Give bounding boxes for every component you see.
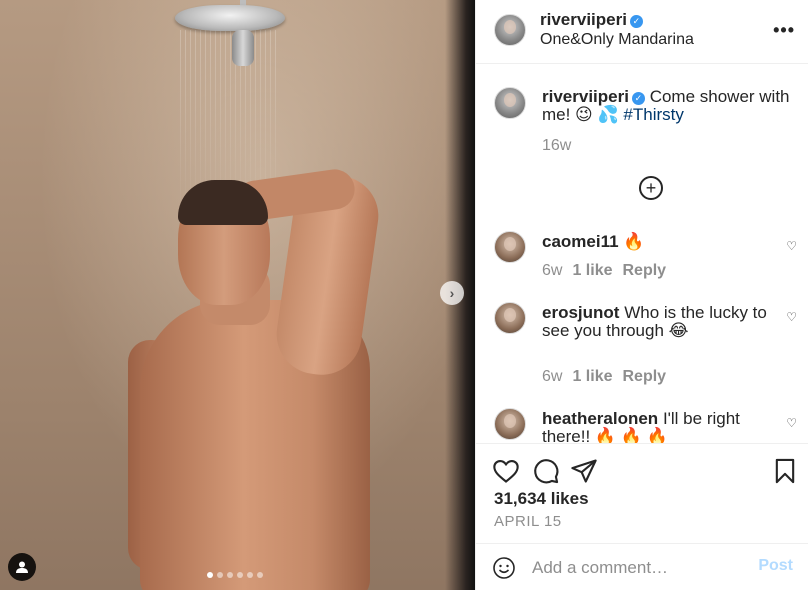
comment-likes[interactable]: 1 like [572, 262, 612, 279]
carousel-dot [247, 572, 253, 578]
likes-count[interactable]: 31,634 likes [494, 489, 589, 509]
carousel-dot [237, 572, 243, 578]
comments-list[interactable]: riverviiperi ✓ Come shower with me! 😉 💦 #… [476, 65, 808, 443]
post-header: riverviiperi ✓ One&Only Mandarina ••• [476, 0, 808, 64]
comment-meta: 6w 1 like Reply [542, 262, 666, 280]
comment-text: erosjunot Who is the lucky to see you th… [542, 304, 782, 340]
reply-button[interactable]: Reply [622, 262, 666, 279]
caption-avatar[interactable] [494, 87, 526, 119]
author-username[interactable]: riverviiperi ✓ [540, 10, 643, 30]
load-more-comments-button[interactable]: + [639, 176, 663, 200]
carousel-dot [217, 572, 223, 578]
add-comment-bar: Post [476, 543, 808, 590]
emoji-icon[interactable] [492, 556, 516, 580]
chevron-right-icon: › [449, 285, 455, 301]
avatar[interactable] [494, 231, 526, 263]
verified-icon: ✓ [631, 92, 645, 105]
heart-icon[interactable] [492, 457, 520, 485]
avatar[interactable] [494, 408, 526, 440]
comment-likes[interactable]: 1 like [572, 368, 612, 385]
more-options-icon[interactable]: ••• [773, 20, 795, 41]
like-comment-heart-icon[interactable]: ♡ [786, 416, 797, 430]
comment-username[interactable]: caomei11 [542, 232, 619, 251]
caption-username[interactable]: riverviiperi [542, 87, 629, 106]
caption-timestamp[interactable]: 16w [542, 137, 571, 155]
comment-time[interactable]: 6w [542, 262, 562, 279]
reply-button[interactable]: Reply [622, 368, 666, 385]
carousel-indicator [207, 572, 263, 578]
location-link[interactable]: One&Only Mandarina [540, 31, 694, 49]
bookmark-icon[interactable] [771, 457, 799, 485]
carousel-dot [207, 572, 213, 578]
caption-hashtag[interactable]: #Thirsty [623, 105, 683, 124]
comment-username[interactable]: erosjunot [542, 303, 619, 322]
comment-time[interactable]: 6w [542, 368, 562, 385]
comment-text: caomei11 🔥 [542, 233, 782, 251]
user-tag-icon [16, 561, 28, 573]
comment-input[interactable] [532, 556, 732, 580]
shower-head [175, 5, 285, 31]
tagged-users-button[interactable] [8, 553, 36, 581]
author-username-text[interactable]: riverviiperi [540, 10, 627, 29]
plus-circle-icon: + [645, 178, 657, 198]
share-icon[interactable] [570, 457, 598, 485]
like-comment-heart-icon[interactable]: ♡ [786, 239, 797, 253]
comment-meta: 6w 1 like Reply [542, 368, 666, 386]
post-sidebar: riverviiperi ✓ One&Only Mandarina ••• riv… [475, 0, 808, 590]
avatar[interactable] [494, 302, 526, 334]
avatar[interactable] [494, 14, 526, 46]
comment-username[interactable]: heatheralonen [542, 409, 658, 428]
like-comment-heart-icon[interactable]: ♡ [786, 310, 797, 324]
post-caption: riverviiperi ✓ Come shower with me! 😉 💦 #… [542, 88, 797, 124]
carousel-dot [257, 572, 263, 578]
comment-text: heatheralonen I'll be right there!! 🔥 🔥 … [542, 409, 782, 444]
comment-icon[interactable] [532, 457, 560, 485]
post-date[interactable]: APRIL 15 [494, 513, 562, 530]
comment-body: 🔥 [623, 232, 645, 251]
post-actions: 31,634 likes APRIL 15 [476, 443, 808, 543]
shower-arm [232, 30, 254, 66]
carousel-dot [227, 572, 233, 578]
next-photo-button[interactable]: › [440, 281, 464, 305]
post-comment-button[interactable]: Post [758, 557, 793, 575]
post-photo[interactable]: › [0, 0, 475, 590]
verified-icon: ✓ [629, 15, 643, 28]
